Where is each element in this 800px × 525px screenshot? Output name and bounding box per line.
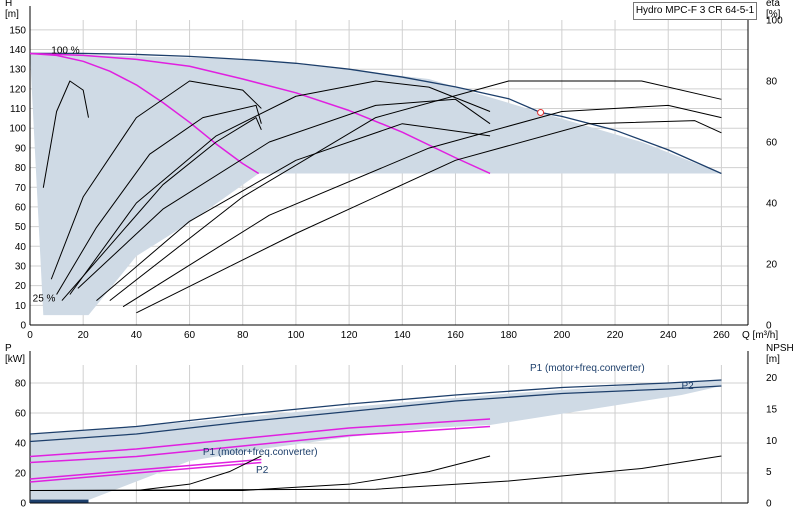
panel1-x-tick-label: 160: [447, 330, 464, 341]
panel2-curve-label: P1 (motor+freq.converter): [203, 447, 318, 458]
panel2-y-axis-label: P: [5, 343, 12, 354]
panel1-x-tick-label: 40: [131, 330, 143, 341]
panel1-x-tick-label: 180: [500, 330, 517, 341]
panel2-curve-label: P2: [682, 381, 695, 392]
panel2-y2-axis-unit: [m]: [766, 354, 780, 365]
panel1-annotation-speed-100: 100 %: [51, 45, 79, 56]
panel2-y2-tick-label: 10: [766, 436, 778, 447]
panel2-y2-tick-label: 5: [766, 467, 772, 478]
panel1-x-tick-label: 140: [394, 330, 411, 341]
panel2-y-tick-label: 60: [15, 409, 27, 420]
panel1-y2-tick-label: 20: [766, 260, 778, 271]
panel2-y2-tick-label: 0: [766, 499, 772, 510]
panel1-x-tick-label: 20: [78, 330, 90, 341]
panel1-x-tick-label: 200: [554, 330, 571, 341]
panel1-y-tick-label: 50: [15, 222, 27, 233]
panel1-x-tick-label: 100: [288, 330, 305, 341]
panel1-y-tick-label: 60: [15, 202, 27, 213]
panel1-x-axis-label: Q [m³/h]: [742, 330, 778, 341]
panel1-y-tick-label: 130: [9, 65, 26, 76]
panel1-y-tick-label: 140: [9, 45, 26, 56]
pump-curve-view: Hydro MPC-F 3 CR 64-5-1 0 10 20 30 40 50 60 70 8…: [0, 0, 800, 520]
panel1-y2-tick-label: 40: [766, 199, 778, 210]
panel1-y-tick-label: 120: [9, 84, 26, 95]
panel1-y-tick-label: 70: [15, 183, 27, 194]
panel1-y-tick-label: 40: [15, 242, 27, 253]
panel1-x-tick-label: 220: [607, 330, 624, 341]
panel1-x-tick-label: 60: [184, 330, 196, 341]
panel1-y-tick-label: 110: [10, 104, 26, 115]
panel2-y-axis-unit: [kW]: [5, 354, 25, 365]
panel2-y-tick-label: 20: [15, 469, 27, 480]
panel2-curve-label: P1 (motor+freq.converter): [530, 363, 645, 374]
panel2-operating-area: [30, 380, 722, 500]
panel1-y-tick-label: 80: [15, 163, 27, 174]
chart-title: Hydro MPC-F 3 CR 64-5-1: [633, 2, 757, 20]
panel1-y-tick-label: 0: [20, 321, 26, 332]
panel2-y-tick-label: 0: [20, 499, 26, 510]
panel2-y-tick-label: 80: [15, 379, 27, 390]
panel1-y-tick-label: 150: [9, 25, 26, 36]
panel1-y-tick-label: 10: [15, 301, 27, 312]
panel1-y-tick-label: 30: [15, 261, 27, 272]
panel1-x-tick-label: 0: [27, 330, 33, 341]
panel2-y2-tick-label: 20: [766, 373, 778, 384]
panel1-x-tick-label: 260: [713, 330, 730, 341]
panel2-y2-tick-label: 15: [766, 404, 778, 415]
panel1-y2-tick-label: 60: [766, 138, 778, 149]
panel1-x-tick-label: 240: [660, 330, 677, 341]
panel1-y-axis-unit: [m]: [5, 9, 19, 20]
panel1-x-tick-label: 120: [341, 330, 358, 341]
panel1-y-axis-label: H: [5, 0, 12, 9]
panel1-y2-tick-label: 80: [766, 77, 778, 88]
panel1-y2-axis-unit: [%]: [766, 9, 781, 20]
pump-curve-charts: 0102030405060708090100110120130140150020…: [5, 0, 794, 510]
panel1-y-tick-label: 100: [9, 124, 26, 135]
panel1-duty-point-marker: [537, 108, 545, 116]
panel1-y-tick-label: 90: [15, 143, 27, 154]
panel1-annotation-speed-25: 25 %: [33, 293, 56, 304]
panel2-curve-label: P2: [256, 465, 269, 476]
panel2-y2-axis-label: NPSH: [766, 343, 794, 354]
panel2-y-tick-label: 40: [15, 439, 27, 450]
panel1-operating-area: [30, 53, 722, 316]
panel1-x-tick-label: 80: [237, 330, 249, 341]
panel1-y2-axis-label: eta: [766, 0, 780, 9]
panel1-y-tick-label: 20: [15, 281, 27, 292]
